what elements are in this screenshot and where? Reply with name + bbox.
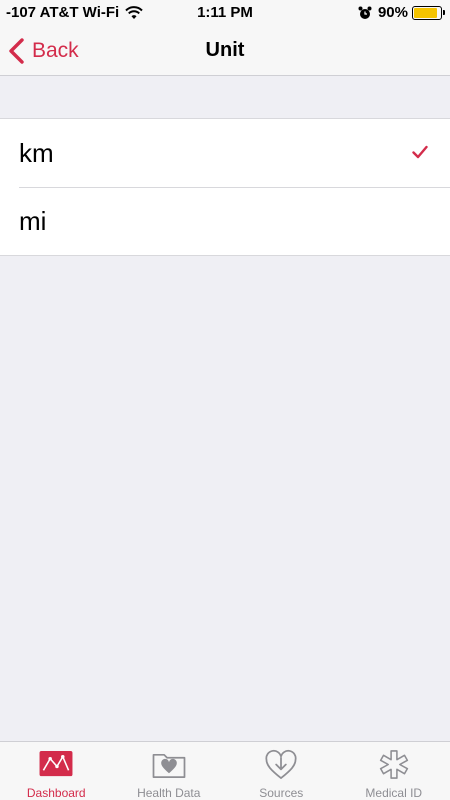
status-right: 90% — [358, 4, 445, 21]
back-label: Back — [32, 39, 79, 62]
unit-list: km mi — [0, 118, 450, 256]
carrier-label: -107 AT&T Wi-Fi — [6, 4, 120, 21]
unit-option-mi[interactable]: mi — [0, 187, 450, 255]
battery-level — [414, 7, 438, 18]
battery-percent: 90% — [377, 4, 408, 21]
sources-icon — [265, 749, 297, 780]
chevron-left-icon — [9, 38, 24, 64]
tab-sources[interactable]: Sources — [225, 742, 338, 800]
health-data-icon — [152, 753, 186, 778]
tab-label: Health Data — [137, 786, 201, 800]
tab-label: Dashboard — [26, 786, 86, 800]
status-left: -107 AT&T Wi-Fi — [6, 4, 143, 21]
tab-bar: Dashboard Health Data Sources Medical ID — [0, 741, 450, 800]
navigation-bar: Back Unit — [0, 26, 450, 76]
checkmark-icon — [412, 145, 428, 159]
medical-id-icon — [379, 750, 408, 779]
unit-option-km[interactable]: km — [0, 119, 450, 187]
tab-label: Medical ID — [365, 786, 423, 800]
status-bar: -107 AT&T Wi-Fi 1:11 PM 90% — [0, 0, 450, 26]
tab-health-data[interactable]: Health Data — [113, 742, 226, 800]
unit-screen: -107 AT&T Wi-Fi 1:11 PM 90% Back Unit km… — [0, 0, 450, 800]
tab-dashboard[interactable]: Dashboard — [0, 742, 113, 800]
alarm-clock-icon — [358, 6, 372, 19]
unit-label: mi — [19, 205, 47, 236]
dashboard-icon — [39, 750, 73, 777]
tab-label: Sources — [259, 786, 304, 800]
battery-icon — [412, 5, 445, 20]
back-button[interactable]: Back — [8, 36, 79, 66]
tab-medical-id[interactable]: Medical ID — [338, 742, 450, 800]
wifi-icon — [125, 5, 143, 19]
unit-label: km — [19, 137, 54, 168]
